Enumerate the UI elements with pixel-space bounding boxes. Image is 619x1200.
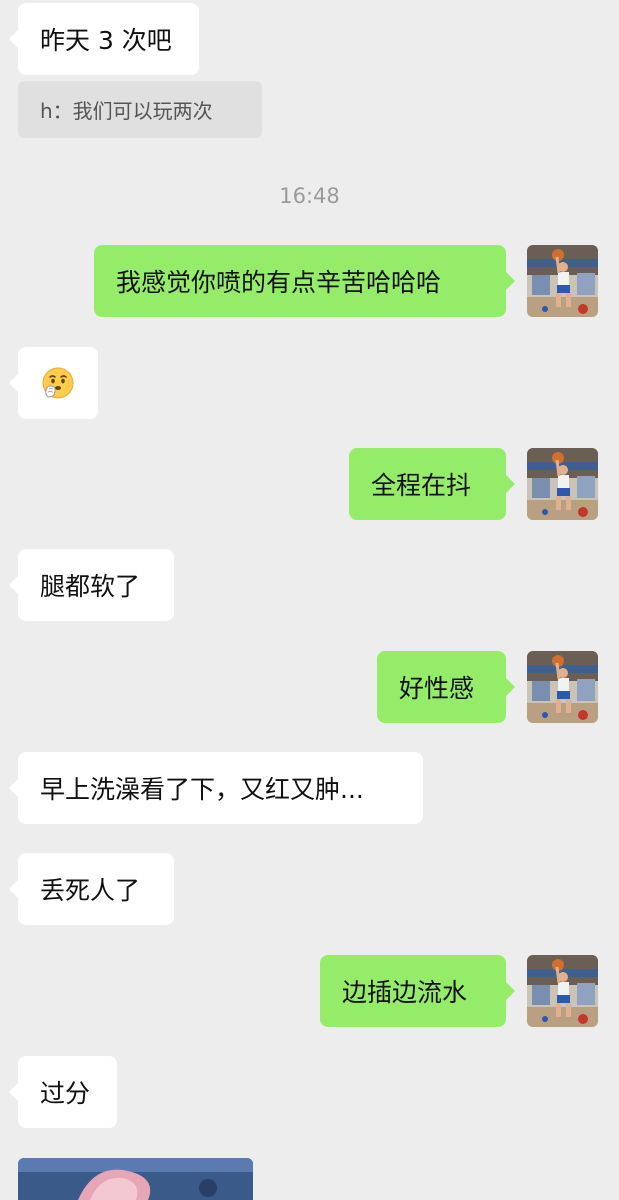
message-bubble-incoming[interactable]: 昨天 3 次吧 xyxy=(9,3,199,75)
message-text: 过分 xyxy=(40,1079,91,1108)
face-with-hand-over-mouth-emoji-icon xyxy=(42,367,74,399)
message-bubble-incoming[interactable]: 丢死人了 xyxy=(9,853,174,925)
timestamp: 16:48 xyxy=(279,184,340,208)
message-bubble-outgoing[interactable]: 全程在抖 xyxy=(349,448,515,520)
basketball-player-avatar-icon xyxy=(527,955,598,1027)
message-text: 丢死人了 xyxy=(40,876,141,905)
message-text: 全程在抖 xyxy=(371,471,472,500)
message-text: 边插边流水 xyxy=(342,978,468,1007)
avatar[interactable] xyxy=(527,651,598,723)
message-bubble-incoming[interactable]: 过分 xyxy=(9,1056,117,1128)
cartoon-image xyxy=(18,1158,253,1200)
message-bubble-incoming[interactable]: 早上洗澡看了下，又红又肿... xyxy=(9,752,423,824)
quoted-message[interactable]: h：我们可以玩两次 xyxy=(18,81,262,138)
basketball-player-avatar-icon xyxy=(527,245,598,317)
message-bubble-incoming[interactable]: 腿都软了 xyxy=(9,549,174,621)
message-bubble-outgoing[interactable]: 我感觉你喷的有点辛苦哈哈哈 xyxy=(94,245,515,317)
message-text: 腿都软了 xyxy=(40,572,141,601)
message-text: 早上洗澡看了下，又红又肿... xyxy=(40,775,364,804)
message-bubble-outgoing[interactable]: 好性感 xyxy=(377,651,515,723)
image-message[interactable] xyxy=(18,1158,253,1200)
message-text: 我感觉你喷的有点辛苦哈哈哈 xyxy=(116,268,442,297)
avatar[interactable] xyxy=(527,245,598,317)
message-bubble-outgoing[interactable]: 边插边流水 xyxy=(320,955,515,1027)
avatar[interactable] xyxy=(527,955,598,1027)
chat-message-list[interactable]: 昨天 3 次吧 h：我们可以玩两次 16:48 我感觉你喷的有点辛苦哈哈哈 全程… xyxy=(0,0,619,1200)
quoted-text: h：我们可以玩两次 xyxy=(40,99,213,123)
basketball-player-avatar-icon xyxy=(527,651,598,723)
basketball-player-avatar-icon xyxy=(527,448,598,520)
message-text: 昨天 3 次吧 xyxy=(40,26,172,55)
message-bubble-incoming[interactable] xyxy=(9,347,98,419)
message-text: 好性感 xyxy=(399,674,475,703)
avatar[interactable] xyxy=(527,448,598,520)
